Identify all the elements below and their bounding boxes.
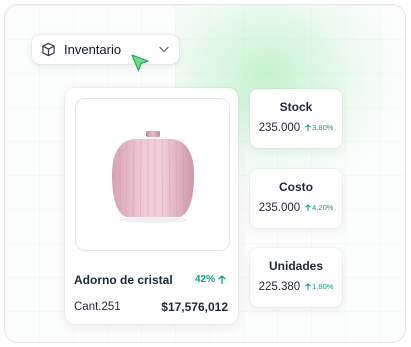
product-image	[75, 98, 230, 251]
stat-delta-value: 1.80%	[312, 282, 334, 291]
stat-delta-value: 3.80%	[312, 123, 334, 132]
pointer-cursor-icon	[131, 54, 149, 72]
product-price: $17,576,012	[161, 300, 228, 314]
stat-value: 235.000	[258, 202, 301, 214]
stat-delta: 4.20%	[305, 203, 333, 212]
cube-icon	[42, 42, 55, 57]
product-card[interactable]: Adorno de cristal 42% Cant.251 $17,576,0…	[65, 88, 238, 324]
chevron-down-icon	[159, 46, 169, 53]
stat-delta: 3.80%	[305, 123, 333, 132]
stat-title: Costo	[279, 180, 313, 194]
arrow-up-icon	[305, 124, 311, 131]
stat-value: 225.380	[258, 281, 301, 293]
stat-card-costo[interactable]: Costo 235.000 4.20%	[250, 169, 342, 228]
inventory-dropdown[interactable]: Inventario	[32, 35, 179, 64]
product-quantity: Cant.251	[74, 301, 121, 313]
stat-title: Stock	[279, 100, 313, 114]
stat-value: 235.000	[258, 122, 301, 134]
stat-delta-value: 4.20%	[312, 203, 334, 212]
product-change-value: 42%	[194, 274, 215, 285]
arrow-up-icon	[305, 283, 311, 290]
product-name: Adorno de cristal	[74, 273, 173, 287]
product-change: 42%	[195, 274, 226, 285]
inventory-widget: Inventario Adorno de cristal 42% Cant.25…	[4, 4, 406, 343]
arrow-up-icon	[305, 204, 311, 211]
stat-delta: 1.80%	[305, 282, 333, 291]
arrow-up-icon	[218, 275, 226, 284]
stat-card-stock[interactable]: Stock 235.000 3.80%	[250, 89, 342, 148]
stat-title: Unidades	[268, 259, 323, 273]
stat-card-unidades[interactable]: Unidades 225.380 1.80%	[250, 248, 342, 307]
vase-image	[111, 130, 194, 223]
